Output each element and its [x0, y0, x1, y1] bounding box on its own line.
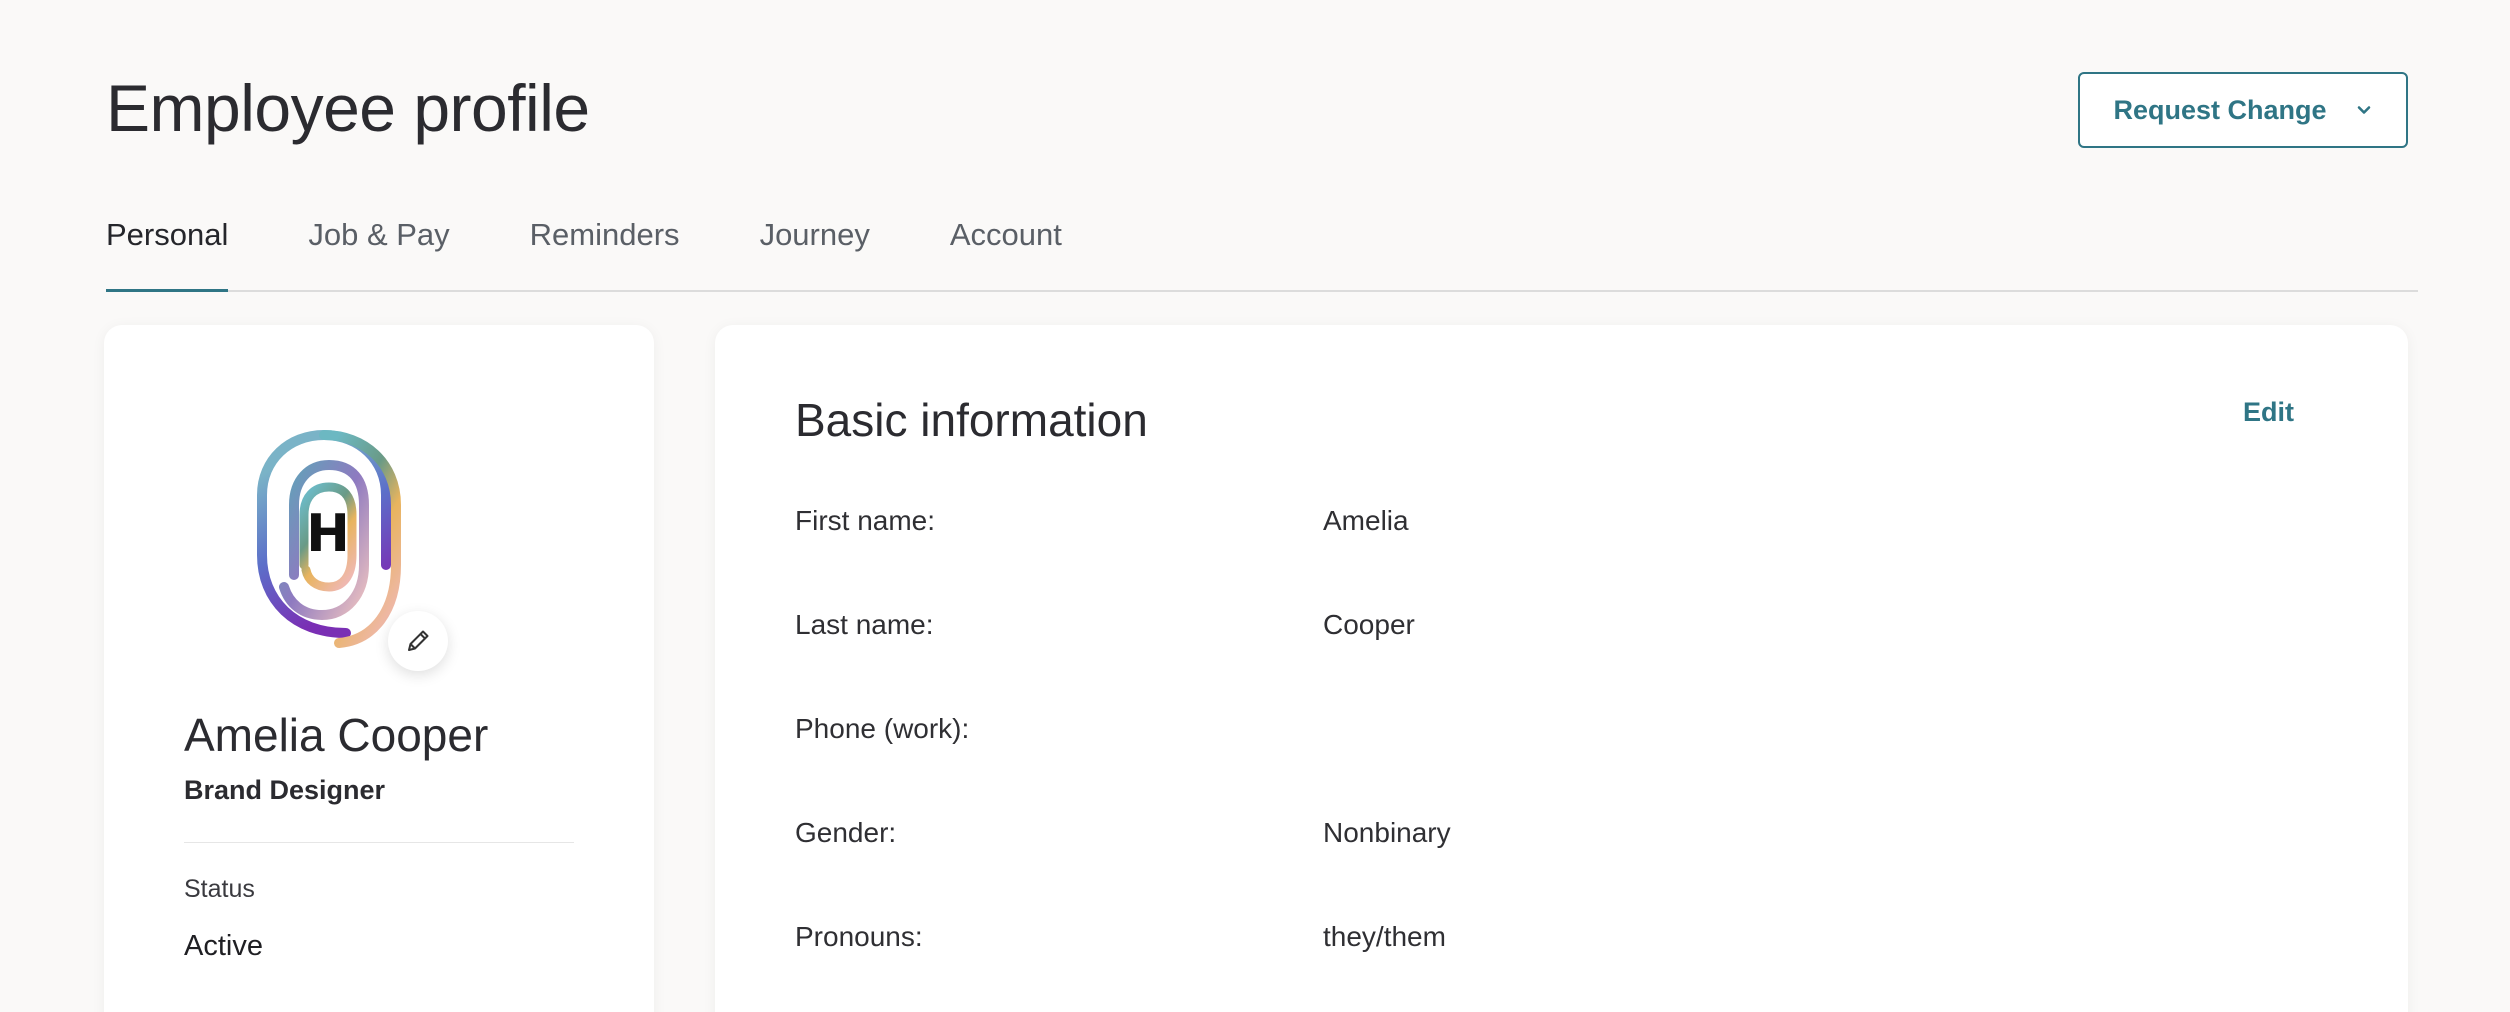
info-row-phone-work: Phone (work): [795, 713, 2295, 753]
profile-tabs: Personal Job & Pay Reminders Journey Acc… [106, 215, 2418, 292]
divider [184, 842, 574, 843]
pencil-icon [408, 630, 429, 651]
edit-button[interactable]: Edit [2243, 397, 2294, 428]
edit-photo-button[interactable] [388, 611, 448, 671]
tab-reminders[interactable]: Reminders [530, 215, 680, 290]
employee-profile-page: Employee profile Request Change Personal… [0, 0, 2510, 1012]
section-title: Basic information [795, 394, 1148, 446]
tab-journey[interactable]: Journey [760, 215, 870, 290]
status-value: Active [184, 930, 263, 962]
tab-account[interactable]: Account [950, 215, 1062, 290]
basic-information-card: Basic information Edit First name: Ameli… [715, 325, 2408, 1012]
info-label: Last name: [795, 609, 934, 640]
info-value: Cooper [1323, 609, 1415, 640]
request-change-button[interactable]: Request Change [2078, 72, 2408, 148]
status-label: Status [184, 875, 255, 903]
info-label: Gender: [795, 817, 897, 848]
profile-card: H Amelia Cooper Brand Designer Status Ac… [104, 325, 654, 1012]
page-title: Employee profile [106, 71, 590, 145]
info-label: First name: [795, 505, 936, 536]
info-row-first-name: First name: Amelia [795, 505, 2295, 545]
profile-name: Amelia Cooper [184, 709, 489, 761]
info-row-pronouns: Pronouns: they/them [795, 921, 2295, 961]
tab-job-pay[interactable]: Job & Pay [308, 215, 449, 290]
chevron-down-icon [2357, 106, 2370, 114]
info-value: Amelia [1323, 505, 1409, 536]
info-row-gender: Gender: Nonbinary [795, 817, 2295, 857]
info-value: they/them [1323, 921, 1446, 952]
tab-personal[interactable]: Personal [106, 215, 229, 292]
info-value: Nonbinary [1323, 817, 1451, 848]
profile-role: Brand Designer [184, 775, 386, 805]
info-label: Phone (work): [795, 713, 970, 744]
info-row-last-name: Last name: Cooper [795, 609, 2295, 649]
logo-letter: H [306, 504, 350, 564]
info-label: Pronouns: [795, 921, 923, 952]
request-change-label: Request Change [2113, 94, 2327, 125]
